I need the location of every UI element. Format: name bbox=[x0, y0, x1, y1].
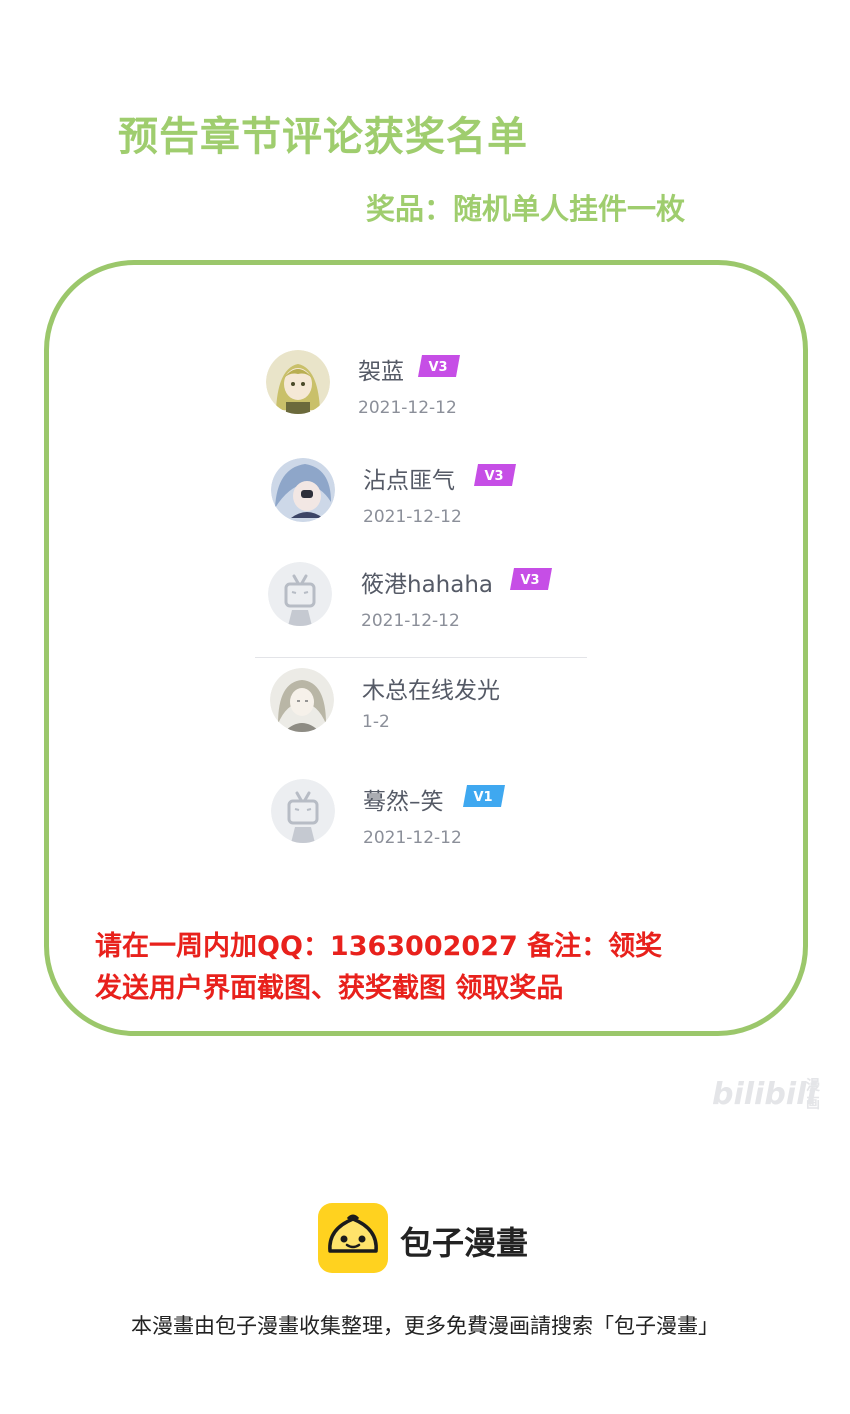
footer-brand[interactable]: 包子漫畫 bbox=[400, 1218, 528, 1264]
level-badge-icon: V1 bbox=[463, 785, 505, 807]
winner-name[interactable]: 袈蓝 bbox=[358, 352, 404, 386]
baozi-logo-icon[interactable] bbox=[318, 1203, 388, 1273]
default-tv-avatar-icon[interactable] bbox=[271, 779, 335, 843]
winner-date: 2021-12-12 bbox=[361, 611, 460, 631]
watermark-text: bilibili bbox=[712, 1077, 817, 1112]
level-badge-text: V3 bbox=[428, 360, 447, 375]
page-title: 预告章节评论获奖名单 bbox=[118, 114, 528, 160]
watermark-sub-1: 漫 bbox=[806, 1077, 821, 1094]
avatar[interactable] bbox=[266, 350, 330, 414]
winner-name[interactable]: 木总在线发光 bbox=[362, 671, 500, 705]
winner-name[interactable]: 蓦然–笑 bbox=[363, 782, 444, 816]
winner-date: 2021-12-12 bbox=[363, 828, 462, 848]
winner-date: 1-2 bbox=[362, 712, 390, 732]
level-badge-text: V3 bbox=[484, 469, 503, 484]
winner-name[interactable]: 筱港hahaha bbox=[361, 565, 493, 599]
default-tv-avatar-icon[interactable] bbox=[268, 562, 332, 626]
footer-text: 本漫畫由包子漫畫收集整理，更多免費漫画請搜索「包子漫畫」 bbox=[131, 1314, 719, 1338]
level-badge-icon: V3 bbox=[474, 464, 516, 486]
avatar[interactable] bbox=[270, 668, 334, 732]
notice-line-1: 请在一周内加QQ：1363002027 备注：领奖 bbox=[95, 931, 663, 962]
level-badge-icon: V3 bbox=[510, 568, 552, 590]
level-badge-icon: V3 bbox=[418, 355, 460, 377]
level-badge-text: V1 bbox=[473, 790, 492, 805]
winner-date: 2021-12-12 bbox=[358, 398, 457, 418]
winner-date: 2021-12-12 bbox=[363, 507, 462, 527]
avatar[interactable] bbox=[271, 458, 335, 522]
prize-subtitle: 奖品：随机单人挂件一枚 bbox=[366, 192, 686, 226]
notice-line-2: 发送用户界面截图、获奖截图 领取奖品 bbox=[95, 973, 564, 1004]
bilibili-watermark-logo: bilibili 漫 画 bbox=[712, 1068, 832, 1116]
winner-name[interactable]: 沾点匪气 bbox=[363, 461, 455, 495]
watermark-sub-2: 画 bbox=[806, 1096, 820, 1112]
level-badge-text: V3 bbox=[520, 573, 539, 588]
divider bbox=[255, 657, 587, 658]
